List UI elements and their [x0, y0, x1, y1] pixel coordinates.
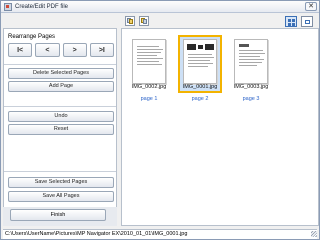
- divider: [4, 171, 116, 172]
- delete-selected-pages-button[interactable]: Delete Selected Pages: [8, 68, 114, 79]
- page-thumbnail-selected[interactable]: IMG_0001.jpg: [178, 35, 222, 93]
- page-number-label: page 2: [191, 96, 209, 102]
- app-icon: [4, 2, 12, 11]
- page-navigation: I< < > >I: [8, 43, 114, 57]
- save-all-pages-button[interactable]: Save All Pages: [8, 191, 114, 202]
- create-edit-pdf-window: Create/Edit PDF file ✕ Rearrange Pages I…: [0, 0, 320, 240]
- move-prev-button[interactable]: <: [35, 43, 60, 57]
- page-file-name: IMG_0003.jpg: [233, 84, 269, 90]
- move-first-button[interactable]: I<: [8, 43, 33, 57]
- title-bar: Create/Edit PDF file ✕: [1, 1, 319, 13]
- combine-pages-icon[interactable]: [125, 16, 135, 26]
- save-selected-pages-button[interactable]: Save Selected Pages: [8, 177, 114, 188]
- rearrange-pages-label: Rearrange Pages: [8, 34, 56, 40]
- resize-grip-icon[interactable]: [311, 231, 317, 237]
- document-preview: [234, 39, 268, 84]
- divider: [4, 64, 116, 65]
- page-thumbnail[interactable]: IMG_0002.jpg: [127, 35, 171, 93]
- document-preview: [132, 39, 166, 84]
- split-pages-icon[interactable]: [139, 16, 149, 26]
- thumbnail-view-icon[interactable]: [285, 16, 297, 27]
- window-title: Create/Edit PDF file: [15, 3, 69, 10]
- divider: [4, 106, 116, 107]
- add-page-button[interactable]: Add Page: [8, 81, 114, 92]
- finish-button[interactable]: Finish: [10, 209, 106, 221]
- undo-button[interactable]: Undo: [8, 111, 114, 122]
- reset-button[interactable]: Reset: [8, 124, 114, 135]
- document-preview: [183, 39, 217, 84]
- page-number-label: page 3: [242, 96, 260, 102]
- page-number-label: page 1: [140, 96, 158, 102]
- close-button[interactable]: ✕: [305, 2, 317, 11]
- move-last-button[interactable]: >I: [89, 43, 114, 57]
- page-view-icon[interactable]: [301, 16, 313, 27]
- status-bar-path: C:\Users\UserName\Pictures\MP Navigator …: [3, 229, 317, 239]
- page-file-name: IMG_0001.jpg: [182, 84, 218, 90]
- page-thumbnail[interactable]: IMG_0003.jpg: [229, 35, 273, 93]
- page-file-name: IMG_0002.jpg: [131, 84, 167, 90]
- move-next-button[interactable]: >: [62, 43, 87, 57]
